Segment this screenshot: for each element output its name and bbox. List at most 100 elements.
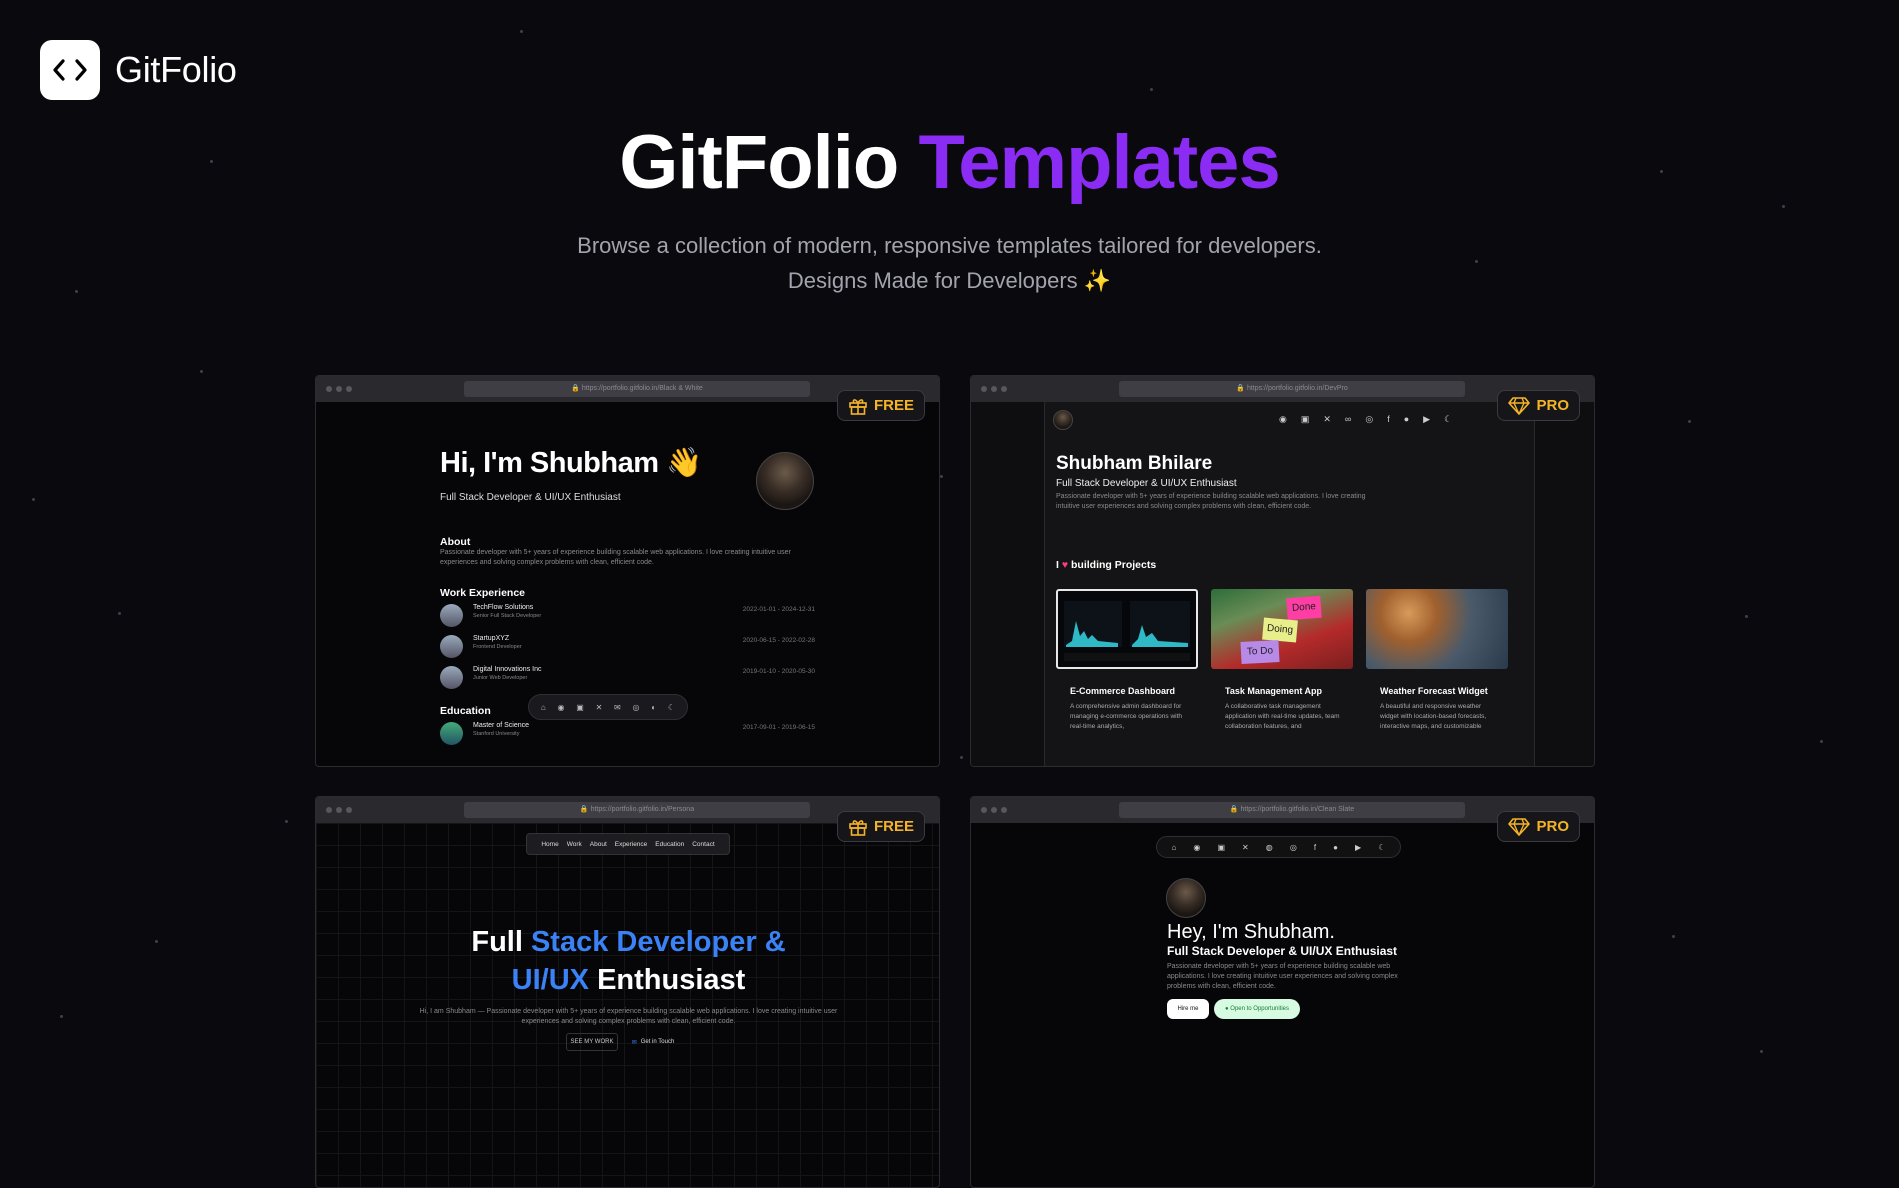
globe-icon: ◐ — [651, 703, 656, 712]
template-card-black-white[interactable]: 🔒 https://portfolio.gitfolio.in/Black & … — [315, 375, 940, 767]
url-text: https://portfolio.gitfolio.in/Black & Wh… — [582, 385, 703, 392]
tier-badge: PRO — [1497, 390, 1580, 421]
heading-text: building Projects — [1071, 559, 1156, 571]
school-logo — [440, 722, 463, 745]
preview-tagline: Full Stack Developer & UI/UX Enthusiast — [1167, 944, 1397, 958]
about-heading: About — [440, 536, 470, 548]
youtube-icon: ▶ — [1423, 414, 1430, 425]
avatar — [756, 452, 814, 510]
window-dots — [981, 386, 1007, 392]
see-work-button-preview: SEE MY WORK — [566, 1033, 618, 1051]
theme-toggle-icon: ☾ — [1378, 843, 1385, 852]
x-icon: ✕ — [596, 703, 603, 712]
company-logo — [440, 604, 463, 627]
headline-highlight: UI/UX — [512, 964, 589, 996]
url-bar: 🔒 https://portfolio.gitfolio.in/DevPro — [1119, 381, 1465, 397]
nav-item: Education — [655, 841, 684, 848]
url-bar: 🔒 https://portfolio.gitfolio.in/Black & … — [464, 381, 810, 397]
template-preview: ◉ ▣ ✕ ∞ ◎ f ● ▶ ☾ Shubham Bhilare Full S… — [971, 402, 1594, 766]
gift-icon — [848, 817, 868, 837]
template-card-devpro[interactable]: 🔒 https://portfolio.gitfolio.in/DevPro P… — [970, 375, 1595, 767]
url-text: https://portfolio.gitfolio.in/DevPro — [1247, 385, 1348, 392]
x-icon: ✕ — [1323, 414, 1331, 425]
project-title: Weather Forecast Widget — [1366, 686, 1508, 696]
discord-icon: ● — [1404, 414, 1409, 425]
preview-content: ◉ ▣ ✕ ∞ ◎ f ● ▶ ☾ Shubham Bhilare Full S… — [1044, 402, 1535, 766]
template-preview: Hi, I'm Shubham 👋 Full Stack Developer &… — [316, 402, 939, 766]
code-brackets-icon — [40, 40, 100, 100]
preview-headline-line2: UI/UX Enthusiast — [316, 961, 940, 999]
nav-item: About — [590, 841, 607, 848]
tier-label: PRO — [1536, 397, 1569, 414]
template-card-persona[interactable]: 🔒 https://portfolio.gitfolio.in/Persona … — [315, 796, 940, 1188]
avatar — [1166, 878, 1206, 918]
date-range: 2022-01-01 - 2024-12-31 — [743, 606, 815, 613]
url-bar: 🔒 https://portfolio.gitfolio.in/Clean Sl… — [1119, 802, 1465, 818]
theme-toggle-icon: ☾ — [1444, 414, 1452, 425]
linkedin-icon: ▣ — [1301, 414, 1310, 425]
template-preview: Home Work About Experience Education Con… — [316, 823, 939, 1187]
role-text: Junior Web Developer — [473, 675, 527, 681]
url-text: https://portfolio.gitfolio.in/Clean Slat… — [1241, 806, 1355, 813]
preview-dock: ⌂ ◉ ▣ ✕ ◍ ◎ f ● ▶ ☾ — [1156, 836, 1401, 858]
url-text: https://portfolio.gitfolio.in/Persona — [591, 806, 695, 813]
instagram-icon: ◎ — [1365, 414, 1373, 425]
preview-headline-line1: Full Stack Developer & — [316, 923, 940, 961]
youtube-icon: ▶ — [1355, 843, 1361, 852]
preview-bio: Passionate developer with 5+ years of ex… — [1167, 962, 1402, 992]
window-dots — [326, 386, 352, 392]
company-name: Digital Innovations Inc — [473, 666, 541, 673]
grid-background — [316, 823, 939, 1187]
heading-prefix: I — [1056, 559, 1059, 571]
diamond-icon — [1508, 396, 1530, 416]
theme-toggle-icon: ☾ — [668, 703, 675, 712]
projects-heading: I ♥ building Projects — [1056, 559, 1156, 571]
date-range: 2020-06-15 - 2022-02-28 — [743, 637, 815, 644]
window-dots — [326, 807, 352, 813]
hero-section: GitFolio Templates Browse a collection o… — [0, 118, 1899, 298]
tier-badge: FREE — [837, 390, 925, 421]
project-desc: A comprehensive admin dashboard for mana… — [1056, 702, 1198, 732]
preview-intro: Hi, I am Shubham — Passionate developer … — [401, 1007, 856, 1027]
project-title: Task Management App — [1211, 686, 1353, 696]
sticky-note: To Do — [1240, 640, 1279, 664]
company-logo — [440, 635, 463, 658]
headline-word: Full — [471, 926, 523, 958]
tier-label: FREE — [874, 818, 914, 835]
school-text: Stanford University — [473, 731, 519, 737]
project-desc: A beautiful and responsive weather widge… — [1366, 702, 1508, 732]
nav-item: Contact — [692, 841, 714, 848]
project-card: E-Commerce Dashboard A comprehensive adm… — [1056, 589, 1198, 732]
title-main: GitFolio — [619, 120, 898, 205]
side-gutter — [1535, 402, 1594, 766]
list-item: Digital Innovations Inc Junior Web Devel… — [440, 664, 815, 690]
list-item: StartupXYZ Frontend Developer 2020-06-15… — [440, 633, 815, 659]
tier-label: PRO — [1536, 818, 1569, 835]
project-desc: A collaborative task management applicat… — [1211, 702, 1353, 732]
facebook-icon: f — [1387, 414, 1390, 425]
nav-item: Home — [541, 841, 558, 848]
hero-subtitle: Browse a collection of modern, responsiv… — [0, 228, 1899, 263]
nav-item: Work — [567, 841, 582, 848]
about-text: Passionate developer with 5+ years of ex… — [440, 548, 815, 568]
project-title: E-Commerce Dashboard — [1056, 686, 1198, 696]
url-bar: 🔒 https://portfolio.gitfolio.in/Persona — [464, 802, 810, 818]
template-card-clean-slate[interactable]: 🔒 https://portfolio.gitfolio.in/Clean Sl… — [970, 796, 1595, 1188]
headline-highlight: Stack Developer & — [531, 926, 786, 958]
date-range: 2019-01-10 - 2020-05-30 — [743, 668, 815, 675]
nav-item: Experience — [615, 841, 648, 848]
gift-icon — [848, 396, 868, 416]
hero-tagline: Designs Made for Developers ✨ — [0, 263, 1899, 298]
brand-logo-link[interactable]: GitFolio — [40, 40, 237, 100]
education-heading: Education — [440, 705, 491, 717]
project-image — [1366, 589, 1508, 669]
preview-heading: Hi, I'm Shubham 👋 — [440, 446, 702, 480]
mail-icon: ✉ — [614, 703, 621, 712]
degree-text: Master of Science — [473, 722, 529, 729]
preview-greeting: Hey, I'm Shubham. — [1167, 921, 1335, 944]
company-name: TechFlow Solutions — [473, 604, 533, 611]
github-icon: ◉ — [1193, 843, 1200, 852]
tier-badge: FREE — [837, 811, 925, 842]
company-logo — [440, 666, 463, 689]
role-text: Senior Full Stack Developer — [473, 613, 541, 619]
